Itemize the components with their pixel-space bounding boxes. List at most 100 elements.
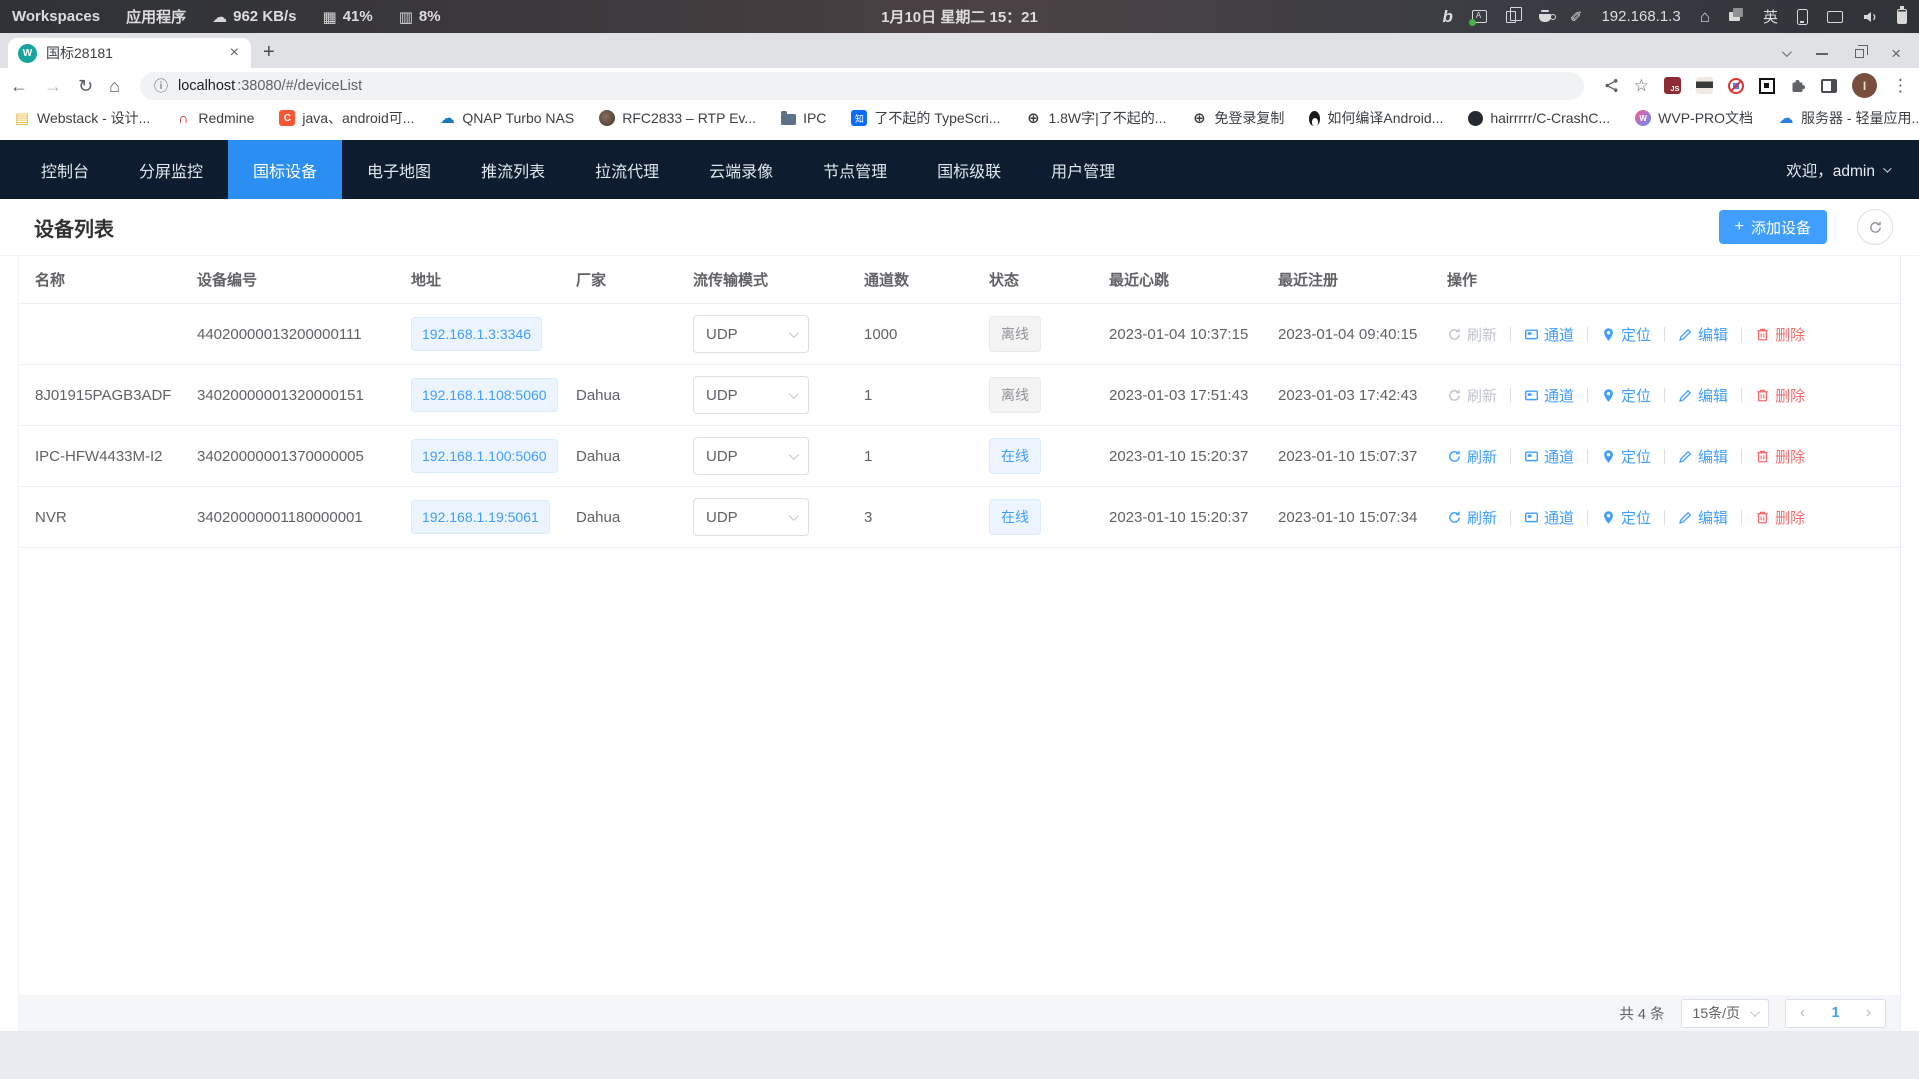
address-tag[interactable]: 192.168.1.100:5060 bbox=[411, 439, 558, 473]
share-icon[interactable] bbox=[1604, 78, 1619, 93]
ip-address[interactable]: 192.168.1.3 bbox=[1601, 8, 1680, 25]
nav-item-e-map[interactable]: 电子地图 bbox=[342, 140, 456, 199]
address-tag[interactable]: 192.168.1.19:5061 bbox=[411, 500, 550, 534]
bookmark-item[interactable]: ▤Webstack - 设计... bbox=[14, 108, 150, 128]
reload-button[interactable]: ↻ bbox=[78, 77, 93, 95]
tab-close-icon[interactable]: × bbox=[228, 45, 241, 61]
locate-action[interactable]: 定位 bbox=[1601, 446, 1651, 467]
workspaces-button[interactable]: Workspaces bbox=[12, 8, 100, 25]
current-page[interactable]: 1 bbox=[1819, 1005, 1852, 1021]
mask-extension-icon[interactable] bbox=[1696, 77, 1713, 94]
nav-item-pull-proxy[interactable]: 拉流代理 bbox=[570, 140, 684, 199]
delete-action[interactable]: 删除 bbox=[1755, 446, 1805, 467]
locate-action[interactable]: 定位 bbox=[1601, 324, 1651, 345]
adblock-extension-icon[interactable] bbox=[1728, 78, 1744, 94]
nav-item-cloud-record[interactable]: 云端录像 bbox=[684, 140, 798, 199]
input-method-indicator[interactable]: 英 bbox=[1763, 6, 1778, 27]
bookmark-item[interactable]: ☁服务器 - 轻量应用... bbox=[1778, 108, 1919, 128]
forward-button[interactable]: → bbox=[44, 77, 62, 95]
bing-tray-icon[interactable]: b bbox=[1442, 7, 1452, 27]
page-size-select[interactable]: 15条/页 bbox=[1681, 999, 1769, 1028]
nav-item-user-manage[interactable]: 用户管理 bbox=[1026, 140, 1140, 199]
bookmark-folder[interactable]: IPC bbox=[781, 110, 826, 126]
nav-item-push-list[interactable]: 推流列表 bbox=[456, 140, 570, 199]
bookmark-item[interactable]: ⊕免登录复制 bbox=[1191, 108, 1284, 128]
bookmark-star-icon[interactable]: ☆ bbox=[1634, 76, 1649, 96]
extensions-puzzle-icon[interactable] bbox=[1790, 78, 1806, 94]
user-menu[interactable]: 欢迎，admin bbox=[1786, 140, 1889, 199]
bookmark-item[interactable]: Cjava、android可... bbox=[279, 108, 414, 128]
channel-count: 3 bbox=[864, 509, 989, 526]
refresh-action[interactable]: 刷新 bbox=[1447, 446, 1497, 467]
applications-menu[interactable]: 应用程序 bbox=[126, 6, 186, 27]
address-bar[interactable]: ⓘ localhost :38080/#/deviceList bbox=[140, 72, 1584, 100]
minimize-button[interactable] bbox=[1816, 53, 1828, 55]
bookmark-item[interactable]: ☁QNAP Turbo NAS bbox=[439, 110, 574, 126]
bookmark-item[interactable]: WWVP-PRO文档 bbox=[1635, 108, 1753, 128]
phone-link-icon[interactable] bbox=[1797, 9, 1808, 25]
network-speed[interactable]: ☁962 KB/s bbox=[212, 8, 296, 26]
delete-action[interactable]: 删除 bbox=[1755, 507, 1805, 528]
screenshot-tray-icon[interactable] bbox=[1472, 10, 1487, 23]
refresh-action[interactable]: 刷新 bbox=[1447, 385, 1497, 406]
edit-action[interactable]: 编辑 bbox=[1678, 446, 1728, 467]
volume-icon[interactable] bbox=[1862, 9, 1878, 25]
stream-mode-select[interactable]: UDP bbox=[693, 315, 809, 353]
locate-action[interactable]: 定位 bbox=[1601, 507, 1651, 528]
clipboard-tray-icon[interactable] bbox=[1506, 11, 1516, 23]
site-info-icon[interactable]: ⓘ bbox=[154, 76, 168, 96]
bookmark-item[interactable]: 知了不起的 TypeScri... bbox=[851, 108, 1000, 128]
bookmark-item[interactable]: 如何编译Android... bbox=[1309, 108, 1443, 128]
bookmark-item[interactable]: hairrrrr/C-CrashC... bbox=[1468, 110, 1610, 126]
stream-mode-select[interactable]: UDP bbox=[693, 498, 809, 536]
display-icon[interactable] bbox=[1827, 11, 1843, 23]
refresh-list-button[interactable] bbox=[1857, 209, 1893, 245]
address-tag[interactable]: 192.168.1.3:3346 bbox=[411, 317, 542, 351]
delete-action[interactable]: 删除 bbox=[1755, 324, 1805, 345]
nav-item-console[interactable]: 控制台 bbox=[16, 140, 114, 199]
cpu-usage[interactable]: ▦41% bbox=[323, 8, 373, 26]
cup-tray-icon[interactable] bbox=[1539, 14, 1551, 22]
locate-action[interactable]: 定位 bbox=[1601, 385, 1651, 406]
edit-action[interactable]: 编辑 bbox=[1678, 507, 1728, 528]
address-tag[interactable]: 192.168.1.108:5060 bbox=[411, 378, 558, 412]
bookmark-item[interactable]: RFC2833 – RTP Ev... bbox=[599, 110, 756, 126]
stream-mode-select[interactable]: UDP bbox=[693, 437, 809, 475]
home-button[interactable]: ⌂ bbox=[109, 77, 120, 95]
refresh-action[interactable]: 刷新 bbox=[1447, 507, 1497, 528]
browser-tab[interactable]: W 国标28181 × bbox=[8, 38, 251, 68]
new-tab-button[interactable]: + bbox=[263, 41, 275, 64]
back-button[interactable]: ← bbox=[10, 77, 28, 95]
browser-menu-icon[interactable]: ⋮ bbox=[1892, 76, 1909, 96]
prev-page-button[interactable]: ‹ bbox=[1786, 1004, 1819, 1022]
profile-avatar[interactable]: I bbox=[1852, 73, 1877, 98]
nav-item-gb-devices[interactable]: 国标设备 bbox=[228, 140, 342, 199]
add-device-button[interactable]: +添加设备 bbox=[1719, 210, 1827, 244]
channel-action[interactable]: 通道 bbox=[1524, 446, 1574, 467]
bookmark-item[interactable]: ⊕1.8W字|了不起的... bbox=[1025, 108, 1166, 128]
nav-item-split-monitor[interactable]: 分屏监控 bbox=[114, 140, 228, 199]
square-extension-icon[interactable] bbox=[1759, 78, 1775, 94]
color-picker-tray-icon[interactable]: ✐ bbox=[1570, 8, 1583, 26]
channel-action[interactable]: 通道 bbox=[1524, 385, 1574, 406]
memory-usage[interactable]: ▥8% bbox=[399, 8, 441, 26]
next-page-button[interactable]: › bbox=[1852, 1004, 1885, 1022]
channel-action[interactable]: 通道 bbox=[1524, 324, 1574, 345]
delete-action[interactable]: 删除 bbox=[1755, 385, 1805, 406]
side-panel-icon[interactable] bbox=[1821, 79, 1837, 93]
close-button[interactable]: × bbox=[1891, 45, 1901, 62]
tab-search-icon[interactable] bbox=[1782, 47, 1792, 57]
home-tray-icon[interactable]: ⌂ bbox=[1700, 7, 1710, 27]
edit-action[interactable]: 编辑 bbox=[1678, 324, 1728, 345]
windows-tray-icon[interactable] bbox=[1729, 12, 1740, 21]
restore-button[interactable] bbox=[1855, 49, 1864, 58]
nav-item-node-manage[interactable]: 节点管理 bbox=[798, 140, 912, 199]
bookmark-item[interactable]: ∩Redmine bbox=[175, 110, 254, 126]
refresh-action[interactable]: 刷新 bbox=[1447, 324, 1497, 345]
battery-icon[interactable] bbox=[1897, 9, 1907, 24]
stream-mode-select[interactable]: UDP bbox=[693, 376, 809, 414]
channel-action[interactable]: 通道 bbox=[1524, 507, 1574, 528]
nav-item-gb-cascade[interactable]: 国标级联 bbox=[912, 140, 1026, 199]
js-extension-icon[interactable]: JS bbox=[1664, 77, 1681, 94]
edit-action[interactable]: 编辑 bbox=[1678, 385, 1728, 406]
